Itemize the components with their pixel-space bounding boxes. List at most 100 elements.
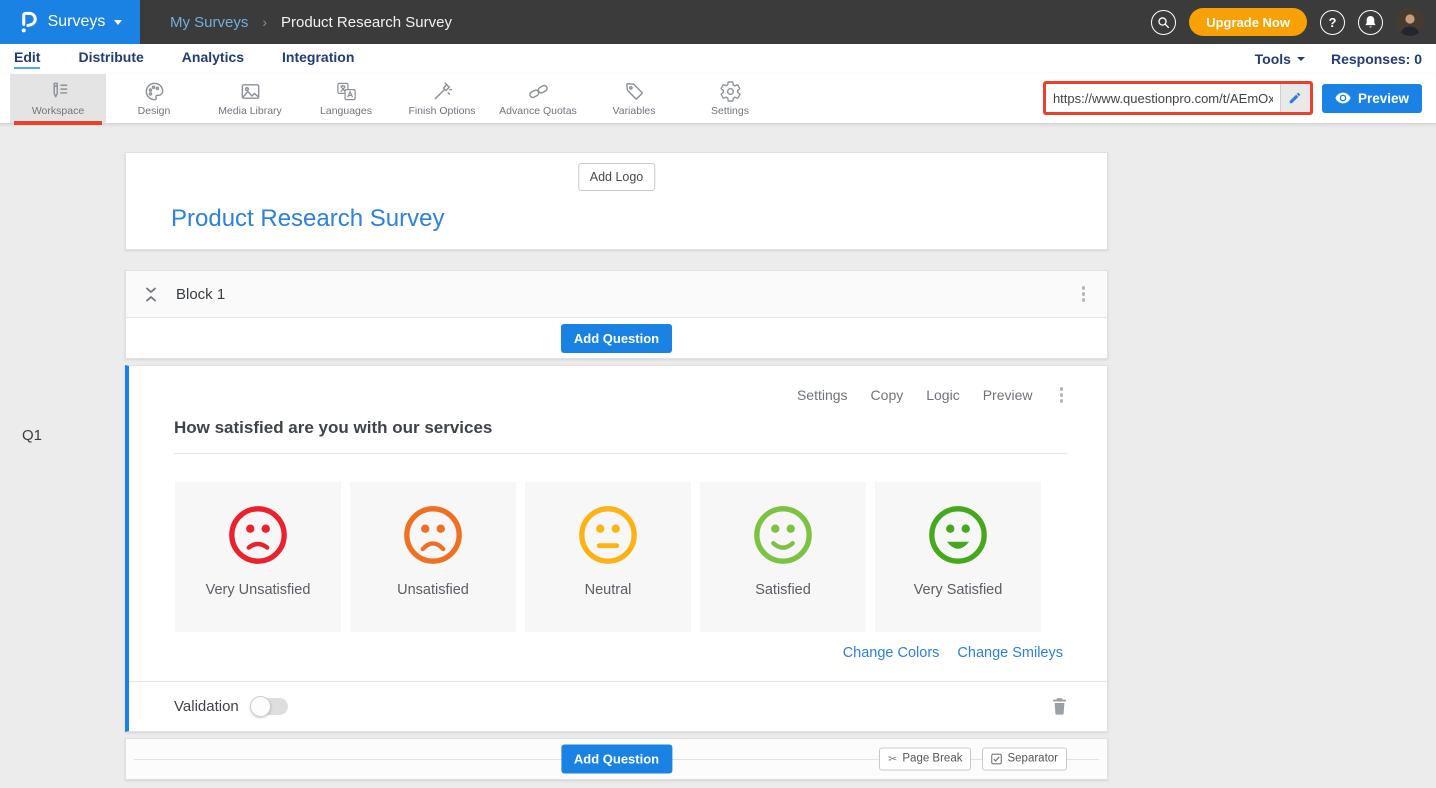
toolbar-right: Preview [1043,81,1422,115]
breadcrumb-my-surveys[interactable]: My Surveys [170,14,248,31]
survey-title-card: Add Logo Product Research Survey [125,152,1108,250]
breadcrumb-separator: › [262,14,267,30]
page-break-label: Page Break [902,753,962,765]
footer-buttons: ✂ Page Break Separator [879,747,1067,770]
delete-question-button[interactable] [1052,697,1067,715]
question-actions: Settings Copy Logic Preview [129,366,1107,407]
chevron-down-icon [1297,57,1305,61]
block-card: Block 1 Add Question [125,270,1108,359]
design-icon [143,80,166,103]
smiley-option-unsatisfied[interactable]: Unsatisfied [350,482,516,632]
smiley-option-label: Unsatisfied [397,582,469,598]
add-question-button-bottom[interactable]: Add Question [561,744,672,773]
nav-tabs: Edit Distribute Analytics Integration [14,49,354,69]
advance-quotas-icon [527,80,550,103]
chevron-down-icon [114,20,122,25]
smiley-frown-deep-icon [402,504,464,566]
preview-button[interactable]: Preview [1322,84,1422,113]
trash-icon [1052,697,1067,715]
smiley-option-very-unsatisfied[interactable]: Very Unsatisfied [175,482,341,632]
app-logo-menu[interactable]: Surveys [0,0,140,44]
survey-title[interactable]: Product Research Survey [171,205,444,233]
tab-distribute[interactable]: Distribute [78,49,143,69]
edit-url-button[interactable] [1280,84,1310,112]
question-action-links: Settings Copy Logic Preview [797,387,1033,403]
smiley-flat-icon [577,504,639,566]
search-icon [1157,16,1170,29]
smiley-option-label: Very Unsatisfied [206,582,311,598]
block-title[interactable]: Block 1 [176,286,225,303]
tab-integration[interactable]: Integration [282,49,354,69]
upgrade-now-button[interactable]: Upgrade Now [1189,8,1307,36]
bell-icon [1364,15,1377,29]
question-copy-link[interactable]: Copy [871,387,904,403]
workspace-icon [47,80,70,103]
nav-right: Tools Responses: 0 [1255,51,1422,67]
add-question-row-top: Add Question [126,318,1107,358]
page-break-button[interactable]: ✂ Page Break [879,747,971,770]
tools-label: Tools [1255,51,1291,67]
toolbar-item-settings[interactable]: Settings [682,74,778,123]
smiley-option-very-satisfied[interactable]: Very Satisfied [875,482,1041,632]
smiley-options: Very Unsatisfied Unsatisfied Neutral Satisf… [175,482,1067,632]
validation-row: Validation [129,681,1107,731]
media-library-icon [239,80,262,103]
questionpro-logo-icon [18,9,39,35]
survey-nav: Edit Distribute Analytics Integration Tools… [0,44,1436,74]
question-logic-link[interactable]: Logic [926,387,959,403]
toolbar-item-workspace[interactable]: Workspace [10,74,106,123]
separator-label: Separator [1007,753,1058,765]
eye-icon [1335,92,1351,104]
settings-icon [719,80,742,103]
question-settings-link[interactable]: Settings [797,387,848,403]
validation-label: Validation [174,698,239,715]
smiley-option-label: Neutral [585,582,632,598]
toggle-knob [250,696,271,717]
smiley-option-satisfied[interactable]: Satisfied [700,482,866,632]
user-avatar[interactable] [1396,8,1424,36]
change-colors-link[interactable]: Change Colors [843,645,940,661]
survey-canvas: Add Logo Product Research Survey Block 1… [125,152,1108,780]
tab-analytics[interactable]: Analytics [182,49,244,69]
separator-button[interactable]: Separator [982,747,1067,770]
smiley-option-label: Satisfied [755,582,811,598]
pencil-icon [1288,91,1302,105]
checkbox-checked-icon [991,753,1002,764]
smiley-option-label: Very Satisfied [914,582,1003,598]
workspace-content: Q1 Add Logo Product Research Survey Bloc… [0,124,1436,788]
smiley-frown-icon [227,504,289,566]
toolbar-item-finish-options[interactable]: Finish Options [394,74,490,123]
help-button[interactable]: ? [1320,10,1345,35]
question-number-label: Q1 [22,427,42,444]
avatar-photo [1396,8,1424,36]
variables-icon [623,80,646,103]
question-text[interactable]: How satisfied are you with our services [174,418,1067,454]
question-preview-link[interactable]: Preview [983,387,1033,403]
block-footer: Add Question ✂ Page Break Separator [125,738,1108,780]
toolbar-item-languages[interactable]: Languages [298,74,394,123]
toolbar-item-media-library[interactable]: Media Library [202,74,298,123]
toolbar-item-advance-quotas[interactable]: Advance Quotas [490,74,586,123]
smiley-option-neutral[interactable]: Neutral [525,482,691,632]
tab-edit[interactable]: Edit [14,49,40,69]
question-menu-button[interactable] [1056,383,1068,407]
add-question-button-top[interactable]: Add Question [561,324,672,353]
toolbar-item-variables[interactable]: Variables [586,74,682,123]
app-menu-label: Surveys [48,13,106,31]
toolbar-items: WorkspaceDesignMedia LibraryLanguagesFin… [10,74,778,123]
header-actions: Upgrade Now ? [1151,0,1424,44]
toolbar-item-design[interactable]: Design [106,74,202,123]
notifications-button[interactable] [1358,10,1383,35]
tools-menu[interactable]: Tools [1255,51,1305,67]
validation-toggle[interactable] [251,698,288,715]
search-button[interactable] [1151,10,1176,35]
edit-toolbar: WorkspaceDesignMedia LibraryLanguagesFin… [0,74,1436,124]
block-menu-button[interactable] [1078,282,1090,306]
collapse-block-icon[interactable] [144,286,158,303]
survey-url-input[interactable] [1046,84,1280,112]
change-smileys-link[interactable]: Change Smileys [957,645,1063,661]
add-logo-button[interactable]: Add Logo [578,163,656,191]
top-header: Surveys My Surveys › Product Research Su… [0,0,1436,44]
responses-count: Responses: 0 [1331,51,1422,67]
smiley-config-links: Change Colors Change Smileys [129,645,1063,661]
